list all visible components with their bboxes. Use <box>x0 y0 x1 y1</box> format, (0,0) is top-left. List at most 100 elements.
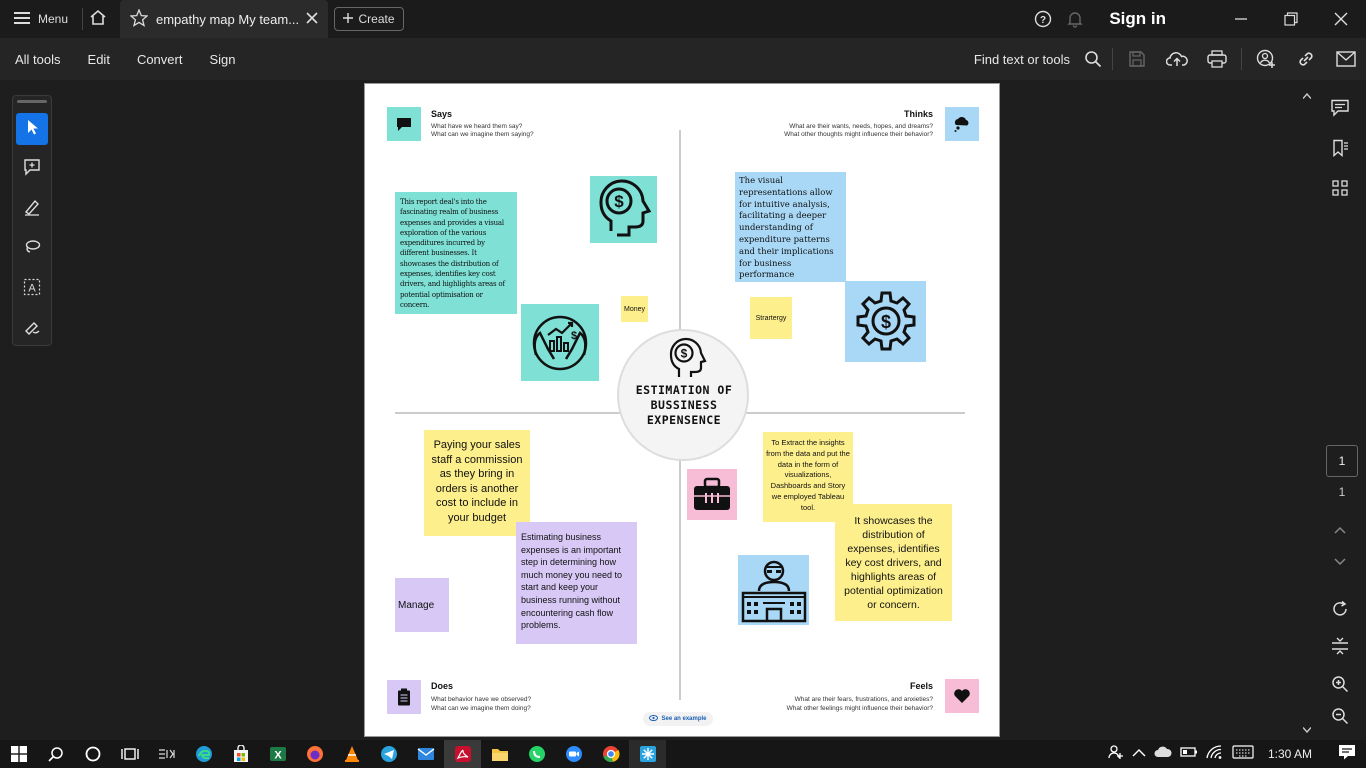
search-icon[interactable] <box>37 740 74 768</box>
firefox-icon[interactable] <box>296 740 333 768</box>
does-title: Does <box>431 681 454 691</box>
svg-text:A: A <box>28 282 36 294</box>
does-question-2: What can we imagine them doing? <box>431 705 531 712</box>
center-title: ESTIMATION OF BUSSINESS EXPENSENCE <box>635 383 733 427</box>
right-rail <box>1314 80 1366 740</box>
thumbnails-icon[interactable] <box>1314 168 1366 208</box>
tab-title: empathy map My team... <box>156 11 298 27</box>
sticky-note[interactable]: It showcases the distribution of expense… <box>835 504 952 621</box>
page-down-icon[interactable] <box>1314 542 1366 582</box>
home-button[interactable] <box>83 0 113 38</box>
sticky-note[interactable]: The visual representations allow for int… <box>735 172 846 282</box>
chevron-up-icon[interactable] <box>1132 745 1146 763</box>
mail-app-icon[interactable] <box>407 740 444 768</box>
draw-tool[interactable] <box>16 233 48 265</box>
vlc-icon[interactable] <box>333 740 370 768</box>
sticky-note[interactable]: This report deal's into the fascinating … <box>395 192 517 314</box>
file-explorer-icon[interactable] <box>481 740 518 768</box>
dollar-head-icon: $ <box>590 176 657 243</box>
sign-menu[interactable]: Sign <box>209 52 235 67</box>
close-window-icon[interactable] <box>1316 0 1366 38</box>
svg-text:?: ? <box>1040 15 1046 26</box>
bookmarks-icon[interactable] <box>1314 128 1366 168</box>
svg-text:$: $ <box>614 192 624 211</box>
sticky-note[interactable]: Strartergy <box>750 297 792 339</box>
document-tab[interactable]: empathy map My team... <box>120 0 328 38</box>
menu-button[interactable]: Menu <box>0 0 82 38</box>
sticky-note[interactable]: Paying your sales staff a commission as … <box>424 430 530 536</box>
mail-icon[interactable] <box>1326 38 1366 80</box>
search-icon[interactable] <box>1078 38 1108 80</box>
sticky-note[interactable]: Estimating business expenses is an impor… <box>516 522 637 644</box>
see-example-button[interactable]: See an example <box>643 712 713 726</box>
snowflake-app-icon[interactable] <box>629 740 666 768</box>
vertical-scrollbar[interactable] <box>1300 84 1314 740</box>
edit-menu[interactable]: Edit <box>88 52 110 67</box>
zoom-icon[interactable] <box>555 740 592 768</box>
dollar-head-icon: $ <box>667 337 707 384</box>
select-tool-button[interactable] <box>16 113 48 145</box>
fit-page-icon[interactable] <box>1314 626 1366 666</box>
wifi-icon[interactable] <box>1206 744 1224 764</box>
text-tool[interactable]: A <box>16 273 48 305</box>
toolbar-right: Find text or tools <box>974 38 1366 80</box>
cloud-upload-icon[interactable] <box>1157 38 1197 80</box>
store-icon[interactable] <box>222 740 259 768</box>
task-view-icon[interactable] <box>111 740 148 768</box>
minimize-icon[interactable] <box>1216 0 1266 38</box>
sticky-note[interactable]: Manage <box>395 578 449 632</box>
cortana-icon[interactable] <box>74 740 111 768</box>
svg-text:X: X <box>274 750 282 762</box>
telegram-icon[interactable] <box>370 740 407 768</box>
onedrive-icon[interactable] <box>1154 745 1172 763</box>
bell-icon[interactable] <box>1059 0 1091 38</box>
share-user-icon[interactable] <box>1246 38 1286 80</box>
all-tools-menu[interactable]: All tools <box>15 52 61 67</box>
convert-menu[interactable]: Convert <box>137 52 183 67</box>
page-total: 1 <box>1338 485 1346 499</box>
people-icon[interactable] <box>1108 744 1124 765</box>
sign-tool[interactable] <box>16 313 48 345</box>
notifications-icon[interactable] <box>1338 744 1356 765</box>
close-tab-icon[interactable] <box>306 11 318 27</box>
zoom-out-icon[interactable] <box>1314 696 1366 736</box>
system-tray: 1:30 AM <box>1108 740 1366 768</box>
print-icon[interactable] <box>1197 38 1237 80</box>
save-icon[interactable] <box>1117 38 1157 80</box>
whatsapp-icon[interactable] <box>518 740 555 768</box>
help-icon[interactable]: ? <box>1027 0 1059 38</box>
windows-start-icon[interactable] <box>0 740 37 768</box>
link-icon[interactable] <box>1286 38 1326 80</box>
add-comment-tool[interactable] <box>16 153 48 185</box>
scroll-up-icon[interactable] <box>1302 86 1312 104</box>
keyboard-icon[interactable] <box>1232 744 1254 764</box>
find-text-tools[interactable]: Find text or tools <box>974 52 1070 67</box>
clipboard-icon <box>387 680 421 714</box>
rotate-icon[interactable] <box>1314 589 1366 629</box>
does-question-1: What behavior have we observed? <box>431 696 532 703</box>
edge-icon[interactable] <box>185 740 222 768</box>
drag-handle[interactable] <box>17 100 47 103</box>
highlight-tool[interactable] <box>16 193 48 225</box>
comments-icon[interactable] <box>1314 88 1366 128</box>
restore-icon[interactable] <box>1266 0 1316 38</box>
page-number-input[interactable]: 1 <box>1326 445 1358 477</box>
widget-app-icon[interactable] <box>148 740 185 768</box>
center-topic: $ ESTIMATION OF BUSSINESS EXPENSENCE <box>617 329 749 461</box>
scroll-down-icon[interactable] <box>1302 720 1312 738</box>
worker-building-icon <box>738 555 809 625</box>
svg-text:$: $ <box>681 347 688 361</box>
thought-cloud-icon <box>945 107 979 141</box>
battery-icon[interactable] <box>1180 745 1198 763</box>
star-icon[interactable] <box>129 7 149 30</box>
clock[interactable]: 1:30 AM <box>1268 747 1312 761</box>
speech-bubble-icon <box>387 107 421 141</box>
acrobat-icon[interactable] <box>444 740 481 768</box>
eye-icon <box>649 715 659 723</box>
sticky-note[interactable]: Money <box>621 296 648 322</box>
excel-icon[interactable]: X <box>259 740 296 768</box>
sign-in-button[interactable]: Sign in <box>1109 9 1166 29</box>
create-button[interactable]: Create <box>334 7 404 31</box>
home-icon <box>89 9 107 30</box>
chrome-icon[interactable] <box>592 740 629 768</box>
